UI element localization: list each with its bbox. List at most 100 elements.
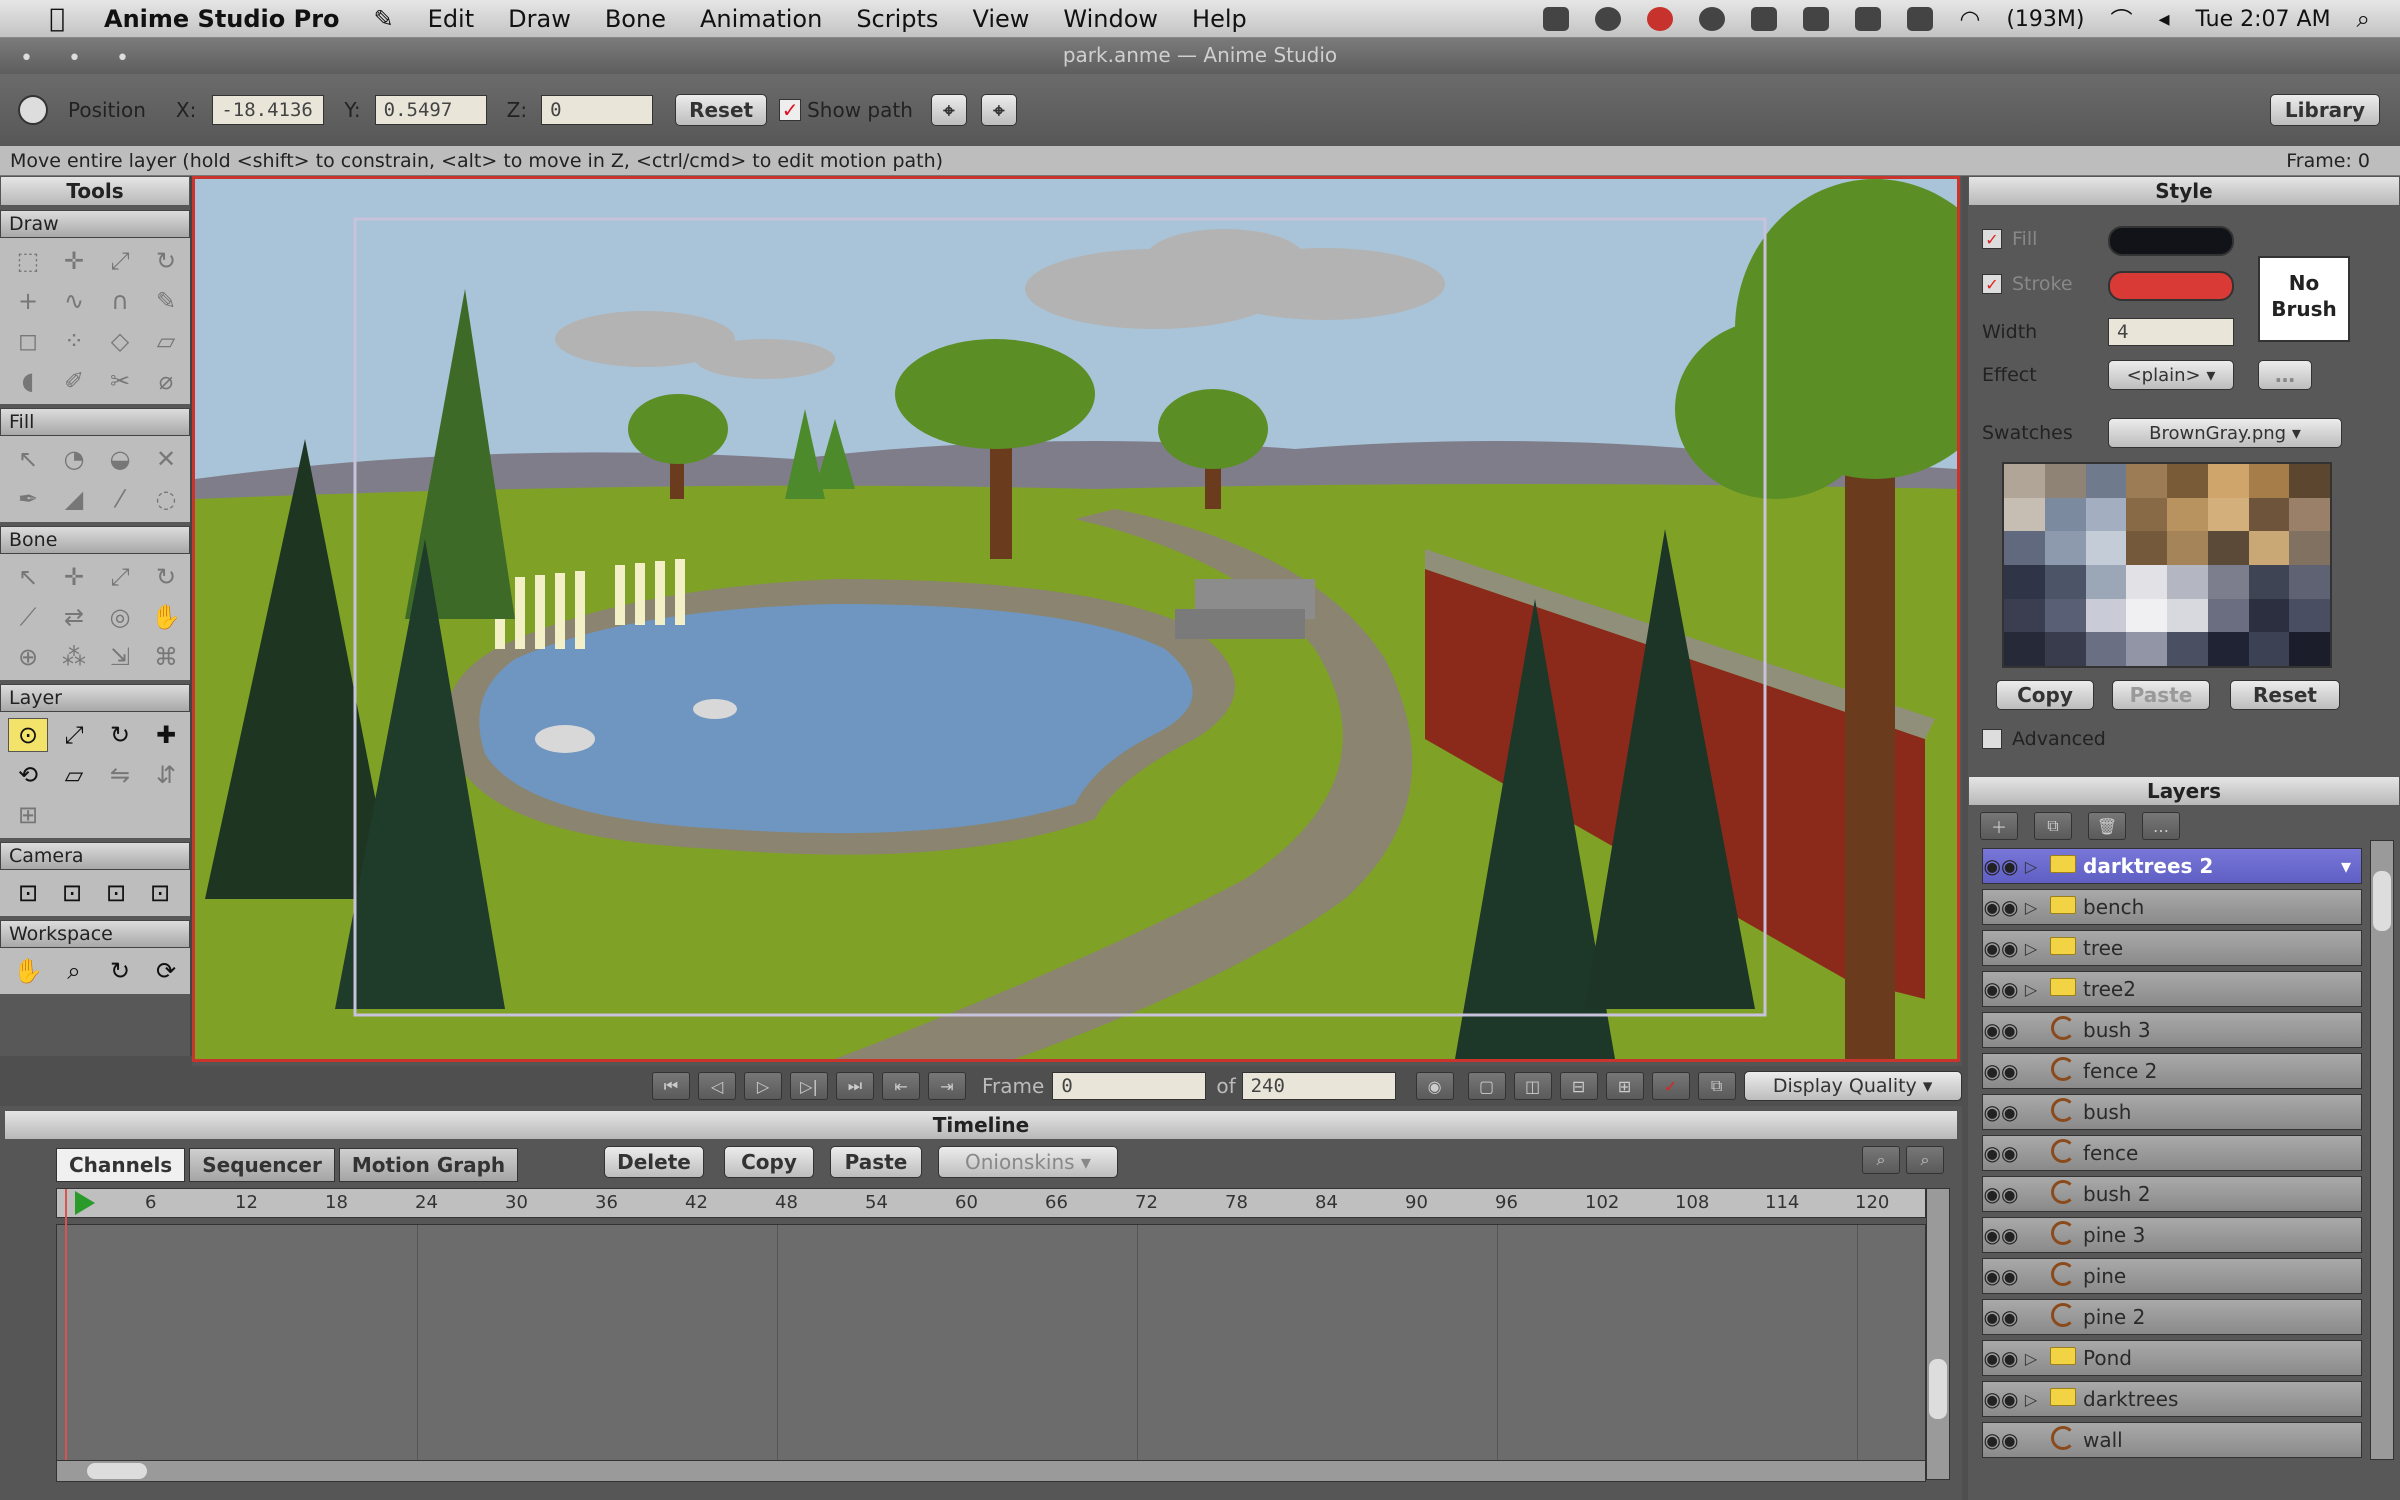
manipulate-bones-icon[interactable]: ✋ [146,600,186,634]
time-machine-icon[interactable] [1907,7,1934,31]
drive-icon[interactable] [1803,7,1830,31]
playhead-line[interactable] [65,1189,67,1479]
add-bone-icon[interactable]: ⟋ [8,600,48,634]
position-y-input[interactable] [374,95,487,125]
paste-keys-button[interactable]: Paste [830,1146,922,1178]
hide-edge-icon[interactable]: ⌀ [146,364,186,398]
layer-row[interactable]: ◉◉ ▷ Pond [1982,1340,2362,1376]
disclosure-triangle-icon[interactable]: ▷ [2019,1390,2043,1409]
flip-horizontal-icon[interactable]: ⇋ [100,758,140,792]
output-icon[interactable]: ⧉ [1697,1072,1736,1100]
delete-shape-icon[interactable]: ✕ [146,442,186,476]
timeline-vscroll-thumb[interactable] [1929,1359,1947,1419]
headphones-icon[interactable]: ⌒ [2110,3,2132,35]
noise-icon[interactable]: ✐ [54,364,94,398]
timeline-hscroll-thumb[interactable] [87,1463,147,1479]
curvature-icon[interactable]: ∿ [54,284,94,318]
memory-indicator[interactable]: (193M) [2006,7,2084,32]
swatches-dropdown[interactable]: BrownGray.png ▾ [2108,418,2342,448]
position-z-input[interactable] [541,95,654,125]
bend-icon[interactable]: ◖ [8,364,48,398]
layer-row[interactable]: ◉◉ pine [1982,1258,2362,1294]
horizontal-split-icon[interactable]: ⊟ [1559,1072,1598,1100]
menu-window[interactable]: Window [1063,5,1158,33]
rotate-layer-z-icon[interactable]: ↻ [100,718,140,752]
checkbox-icon[interactable]: ✓ [1651,1072,1690,1100]
quad-view-icon[interactable]: ⊞ [1605,1072,1644,1100]
translate-bone-icon[interactable]: ✛ [54,560,94,594]
translate-points-icon[interactable]: ✛ [54,244,94,278]
add-point-icon[interactable]: + [8,284,48,318]
eye-icon[interactable]: ◉◉ [1983,936,2019,960]
eye-icon[interactable]: ◉◉ [1983,977,2019,1001]
effect-options-button[interactable]: … [2258,360,2312,390]
line-width-icon[interactable]: ✒ [8,482,48,516]
eye-icon[interactable]: ◉◉ [1983,1223,2019,1247]
playhead-flag-icon[interactable] [75,1191,95,1215]
app-menu[interactable]: Anime Studio Pro [104,5,340,33]
disclosure-triangle-icon[interactable]: ▷ [2019,1349,2043,1368]
fast-forward-icon[interactable]: ⏭ [836,1072,874,1100]
step-forward-icon[interactable]: ▷| [790,1072,828,1100]
menu-view[interactable]: View [972,5,1029,33]
duplicate-layer-icon[interactable]: ⧉ [2034,812,2072,840]
layers-scrollbar[interactable] [2370,840,2394,1460]
play-icon[interactable]: ▷ [744,1072,782,1100]
display-quality-dropdown[interactable]: Display Quality ▾ [1743,1071,1962,1101]
timeline-vertical-scrollbar[interactable] [1926,1188,1950,1480]
shear-icon[interactable]: ▱ [146,324,186,358]
menu-bone[interactable]: Bone [605,5,666,33]
layer-dropdown-icon[interactable]: ▾ [2341,854,2351,878]
advanced-checkbox[interactable] [1982,729,2002,749]
rewind-icon[interactable]: ⏮ [652,1072,690,1100]
calendar-icon[interactable] [1751,7,1778,31]
draw-shape-icon[interactable]: ◻ [8,324,48,358]
step-back-icon[interactable]: ◁ [698,1072,736,1100]
zoom-camera-icon[interactable]: ⊡ [52,876,92,910]
scene-canvas[interactable] [192,176,1960,1062]
tab-motion-graph[interactable]: Motion Graph [338,1148,519,1182]
stroke-color-swatch[interactable] [2108,271,2234,301]
width-input[interactable] [2108,318,2234,346]
keyframe-path-icon[interactable]: ⌖ [980,94,1017,126]
camera-view-icon[interactable]: ◉ [1415,1072,1454,1100]
apple-menu-icon[interactable]:  [40,4,74,34]
paste-style-button[interactable]: Paste [2112,680,2210,710]
eye-icon[interactable]: ◉◉ [1983,1182,2019,1206]
spotlight-search-icon[interactable]: ⌕ [2357,5,2370,33]
eye-icon[interactable]: ◉◉ [1983,854,2019,878]
roll-camera-icon[interactable]: ⊡ [96,876,136,910]
effect-dropdown[interactable]: <plain> ▾ [2108,360,2234,390]
copy-style-button[interactable]: Copy [1996,680,2094,710]
timeline-ruler[interactable]: 6 12 18 24 30 36 42 48 54 60 66 72 78 84 90 96 102 108 114… [56,1188,1926,1218]
show-path-checkbox[interactable]: ✓ [779,99,802,121]
layer-settings-icon[interactable]: … [2142,812,2180,840]
new-layer-icon[interactable]: ＋ [1980,812,2018,840]
shield-icon[interactable] [1543,7,1570,31]
scale-points-icon[interactable]: ⤢ [100,244,140,278]
pan-tilt-camera-icon[interactable]: ⊡ [140,876,180,910]
eyedropper-icon[interactable]: ⁄ [100,482,140,516]
swatch-palette[interactable] [2002,462,2332,668]
delete-layer-icon[interactable]: 🗑 [2088,812,2126,840]
fill-color-swatch[interactable] [2108,226,2234,256]
flip-vertical-icon[interactable]: ⇵ [146,758,186,792]
disclosure-triangle-icon[interactable]: ▷ [2019,898,2043,917]
eye-icon[interactable]: ◉◉ [1983,1346,2019,1370]
clock-icon[interactable] [1595,7,1622,31]
channels-track-area[interactable] [56,1189,1926,1481]
stroke-exposure-icon[interactable]: ◢ [54,482,94,516]
paint-bucket-icon[interactable]: ◒ [100,442,140,476]
eye-icon[interactable]: ◉◉ [1983,1100,2019,1124]
layer-row[interactable]: ◉◉ pine 3 [1982,1217,2362,1253]
next-key-icon[interactable]: ⇥ [928,1072,966,1100]
eye-icon[interactable]: ◉◉ [1983,1059,2019,1083]
layers-scroll-thumb[interactable] [2373,871,2391,931]
stroke-checkbox[interactable]: ✓ [1982,274,2002,294]
timeline-horizontal-scrollbar[interactable] [56,1460,1926,1482]
fill-checkbox[interactable]: ✓ [1982,229,2002,249]
disclosure-triangle-icon[interactable]: ▷ [2019,857,2043,876]
track-camera-icon[interactable]: ⊡ [8,876,48,910]
eye-icon[interactable]: ◉◉ [1983,1387,2019,1411]
tab-channels[interactable]: Channels [56,1148,186,1182]
